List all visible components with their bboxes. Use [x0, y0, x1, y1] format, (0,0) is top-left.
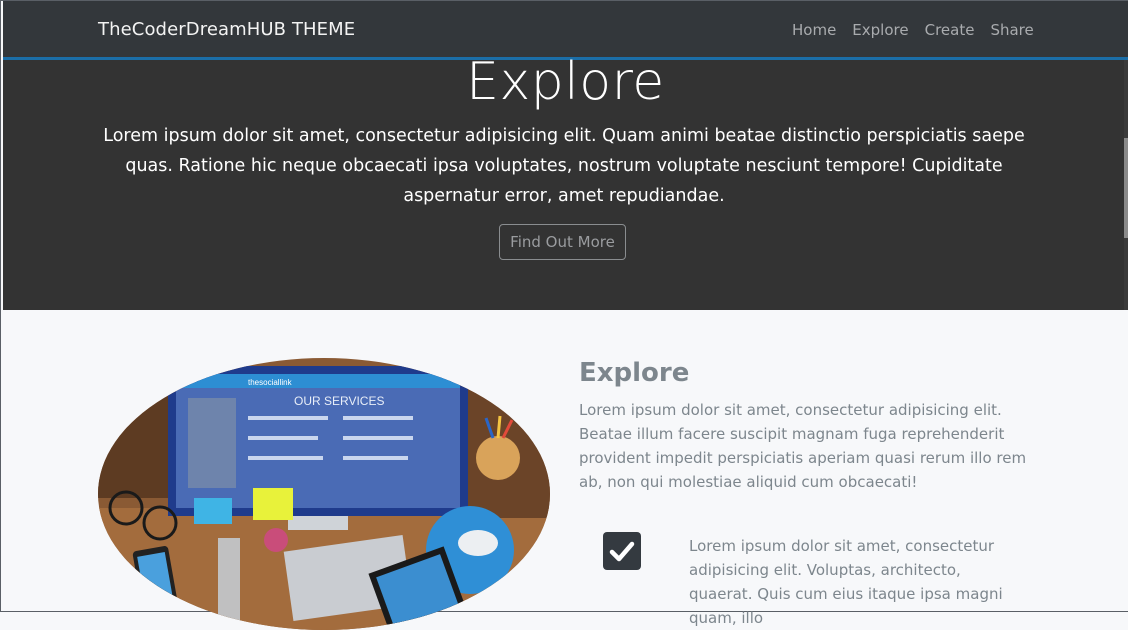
check-icon — [603, 532, 641, 570]
section-text: Lorem ipsum dolor sit amet, consectetur … — [579, 401, 1027, 491]
workspace-illustration: thesociallink OUR SERVICES — [98, 358, 550, 630]
find-out-more-button[interactable]: Find Out More — [499, 224, 626, 260]
workspace-image: thesociallink OUR SERVICES — [98, 358, 550, 630]
section-title: Explore — [579, 358, 690, 388]
nav-link-explore[interactable]: Explore — [852, 21, 908, 39]
nav-link-home[interactable]: Home — [792, 21, 836, 39]
hero-section: Explore Lorem ipsum dolor sit amet, cons… — [3, 52, 1128, 310]
hero-text: Lorem ipsum dolor sit amet, consectetur … — [103, 126, 1025, 206]
nav-links: Home Explore Create Share — [792, 21, 1034, 39]
feature-text: Lorem ipsum dolor sit amet, consectetur … — [689, 537, 1003, 627]
scrollbar-thumb[interactable] — [1124, 138, 1128, 238]
nav-link-share[interactable]: Share — [990, 21, 1033, 39]
hero-title: Explore — [466, 52, 665, 112]
image-heading: OUR SERVICES — [294, 394, 384, 408]
nav-link-create[interactable]: Create — [925, 21, 975, 39]
brand-logo[interactable]: TheCoderDreamHUB THEME — [98, 19, 355, 40]
check-mark-icon — [609, 541, 635, 562]
image-site-name: thesociallink — [248, 378, 293, 387]
